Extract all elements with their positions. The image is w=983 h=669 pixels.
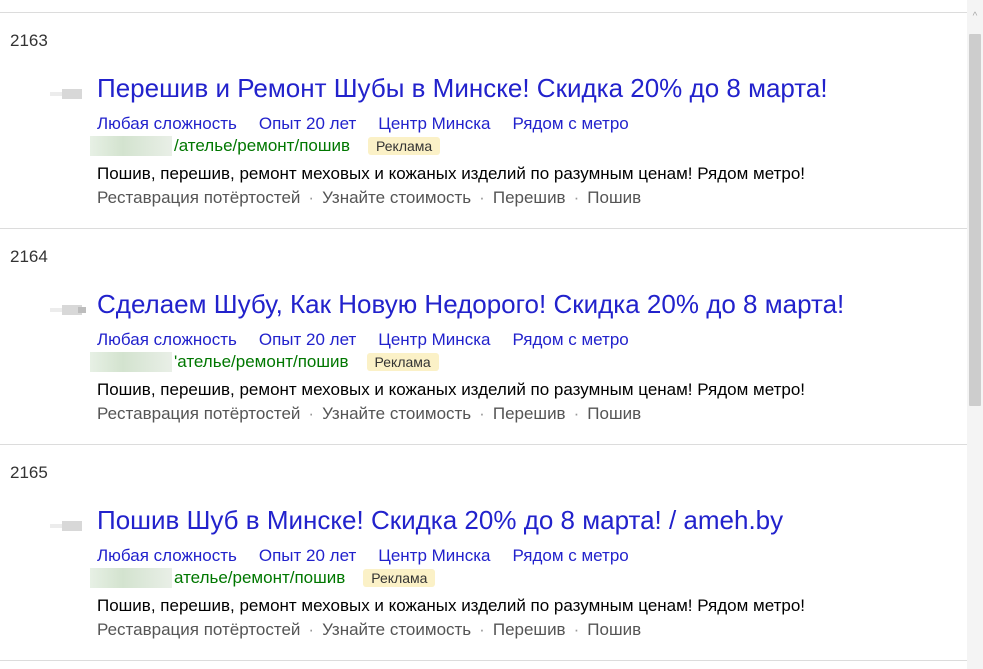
sitelink[interactable]: Перешив	[493, 404, 566, 423]
separator-dot: ·	[479, 620, 485, 639]
sitelink[interactable]: Пошив	[587, 404, 641, 423]
sitelink[interactable]: Реставрация потёртостей	[97, 404, 300, 423]
sitelinks: Реставрация потёртостей · Узнайте стоимост…	[97, 404, 641, 424]
quicklink[interactable]: Рядом с метро	[512, 114, 628, 133]
scrollbar-thumb[interactable]	[969, 34, 981, 406]
sitelink[interactable]: Перешив	[493, 188, 566, 207]
url-path-link[interactable]: /ателье/ремонт/пошив	[174, 136, 350, 155]
separator-dot: ·	[573, 620, 580, 639]
quicklinks: Любая сложность Опыт 20 лет Центр Минска Ря…	[97, 114, 651, 134]
sitelink[interactable]: Пошив	[587, 188, 641, 207]
sitelink[interactable]: Узнайте стоимость	[322, 620, 471, 639]
favicon-icon	[50, 89, 90, 99]
ad-title-link[interactable]: Пошив Шуб в Минске! Скидка 20% до 8 март…	[97, 505, 783, 536]
ad-result: 2163 Перешив и Ремонт Шубы в Минске! Ски…	[0, 13, 967, 229]
separator-dot: ·	[573, 188, 580, 207]
result-number: 2164	[10, 247, 48, 266]
sitelink[interactable]: Пошив	[587, 620, 641, 639]
ad-title-link[interactable]: Перешив и Ремонт Шубы в Минске! Скидка 2…	[97, 73, 828, 104]
quicklinks: Любая сложность Опыт 20 лет Центр Минска Ря…	[97, 546, 651, 566]
url-path-link[interactable]: 'ателье/ремонт/пошив	[174, 352, 349, 371]
favicon-icon	[50, 305, 90, 315]
result-number: 2163	[10, 31, 48, 50]
separator-dot: ·	[308, 404, 315, 423]
ad-badge: Реклама	[366, 353, 439, 371]
favicon-icon	[50, 521, 90, 531]
chevron-up-icon[interactable]: ^	[967, 10, 983, 24]
ad-badge: Реклама	[368, 137, 441, 155]
ad-title-link[interactable]: Сделаем Шубу, Как Новую Недорого! Скидка…	[97, 289, 844, 320]
separator-dot: ·	[308, 188, 315, 207]
quicklink[interactable]: Любая сложность	[97, 330, 237, 349]
separator-dot: ·	[479, 404, 485, 423]
url-domain-redacted	[90, 352, 172, 372]
url-path-link[interactable]: ателье/ремонт/пошив	[174, 568, 345, 587]
quicklink[interactable]: Центр Минска	[378, 114, 490, 133]
quicklink[interactable]: Опыт 20 лет	[259, 114, 356, 133]
sitelink[interactable]: Узнайте стоимость	[322, 188, 471, 207]
quicklink[interactable]: Опыт 20 лет	[259, 330, 356, 349]
quicklink[interactable]: Любая сложность	[97, 546, 237, 565]
ad-result: 2165 Пошив Шуб в Минске! Скидка 20% до 8…	[0, 445, 967, 661]
display-url: /ателье/ремонт/пошив Реклама	[90, 136, 441, 158]
ad-snippet: Пошив, перешив, ремонт меховых и кожаных…	[97, 164, 806, 183]
sitelink[interactable]: Узнайте стоимость	[322, 404, 471, 423]
separator-dot: ·	[479, 188, 485, 207]
sitelinks: Реставрация потёртостей · Узнайте стоимост…	[97, 188, 641, 208]
results-viewport: 2163 Перешив и Ремонт Шубы в Минске! Ски…	[0, 0, 983, 669]
quicklink[interactable]: Центр Минска	[378, 546, 490, 565]
sitelink[interactable]: Перешив	[493, 620, 566, 639]
display-url: ателье/ремонт/пошив Реклама	[90, 568, 436, 590]
url-domain-redacted	[90, 136, 172, 156]
ad-snippet: Пошив, перешив, ремонт меховых и кожаных…	[97, 596, 806, 615]
quicklink[interactable]: Любая сложность	[97, 114, 237, 133]
result-number: 2165	[10, 463, 48, 482]
results-list: 2163 Перешив и Ремонт Шубы в Минске! Ски…	[0, 13, 967, 661]
display-url: 'ателье/ремонт/пошив Реклама	[90, 352, 439, 374]
sitelinks: Реставрация потёртостей · Узнайте стоимост…	[97, 620, 641, 640]
sitelink[interactable]: Реставрация потёртостей	[97, 620, 300, 639]
quicklink[interactable]: Рядом с метро	[512, 546, 628, 565]
quicklink[interactable]: Опыт 20 лет	[259, 546, 356, 565]
url-domain-redacted	[90, 568, 172, 588]
separator-dot: ·	[308, 620, 315, 639]
separator-dot: ·	[573, 404, 580, 423]
ad-badge: Реклама	[363, 569, 436, 587]
ad-snippet: Пошив, перешив, ремонт меховых и кожаных…	[97, 380, 806, 399]
vertical-scrollbar[interactable]: ^	[967, 0, 983, 669]
quicklink[interactable]: Рядом с метро	[512, 330, 628, 349]
quicklinks: Любая сложность Опыт 20 лет Центр Минска Ря…	[97, 330, 651, 350]
ad-result: 2164 Сделаем Шубу, Как Новую Недорого! С…	[0, 229, 967, 445]
sitelink[interactable]: Реставрация потёртостей	[97, 188, 300, 207]
quicklink[interactable]: Центр Минска	[378, 330, 490, 349]
